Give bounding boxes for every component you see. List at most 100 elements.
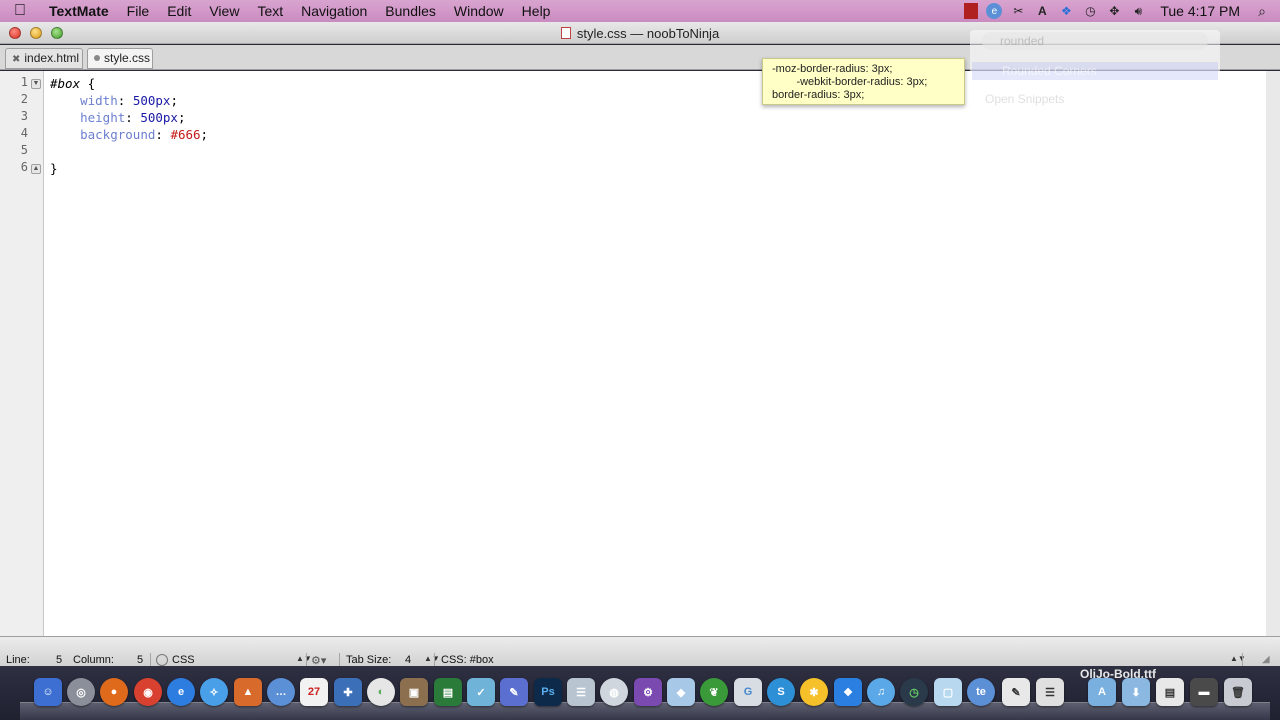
menu-navigation[interactable]: Navigation: [292, 3, 376, 19]
separator: [306, 653, 307, 666]
line-number: 4: [20, 126, 28, 140]
symbol-selector[interactable]: CSS: #box: [441, 654, 494, 666]
window-title-text: style.css — noobToNinja: [576, 26, 720, 41]
snippet-item-selected[interactable]: Rounded Corners: [972, 62, 1218, 80]
network-icon[interactable]: ✥: [1106, 3, 1122, 19]
menu-text[interactable]: Text: [248, 3, 292, 19]
menu-view[interactable]: View: [200, 3, 248, 19]
skype-icon[interactable]: S: [767, 678, 795, 706]
menubar-clock[interactable]: Tue 4:17 PM: [1154, 3, 1246, 19]
box-app-icon[interactable]: ▢: [934, 678, 962, 706]
picasa-icon[interactable]: ◐: [367, 678, 395, 706]
stack-icon[interactable]: ▤: [1156, 678, 1184, 706]
code-line: height: 500px;: [50, 109, 208, 126]
time-machine-icon[interactable]: ◷: [1082, 3, 1098, 19]
numbers-icon[interactable]: ▤: [434, 678, 462, 706]
chrome-icon[interactable]: ◉: [134, 678, 162, 706]
dashboard-icon[interactable]: ◎: [67, 678, 95, 706]
menu-help[interactable]: Help: [513, 3, 560, 19]
editor-scroll-strip[interactable]: [1266, 71, 1280, 636]
cube-app-icon[interactable]: ◆: [667, 678, 695, 706]
ichat-icon[interactable]: …: [267, 678, 295, 706]
puzzle-icon[interactable]: ✚: [334, 678, 362, 706]
language-dropdown-icon[interactable]: ▲▼: [296, 654, 312, 663]
film-icon[interactable]: [964, 3, 979, 19]
spotlight-search-icon[interactable]: ⌕: [1254, 3, 1270, 19]
line-value: 5: [56, 654, 63, 666]
orange-app-icon[interactable]: ✱: [800, 678, 828, 706]
code-punct: ;: [170, 93, 178, 108]
downloads-folder-icon[interactable]: ⬇: [1122, 678, 1150, 706]
trash-icon[interactable]: 🗑︎: [1224, 678, 1252, 706]
safari-icon[interactable]: ✧: [200, 678, 228, 706]
leaf-icon[interactable]: ❦: [700, 678, 728, 706]
column-label: Column:: [73, 654, 114, 666]
code-line: #box {: [50, 75, 208, 92]
tab-style-css[interactable]: style.css: [87, 48, 153, 69]
fold-close-icon[interactable]: ▲: [31, 164, 41, 174]
internet-explorer-icon[interactable]: e: [167, 678, 195, 706]
tab-index-html[interactable]: ✖ index.html: [5, 48, 83, 69]
css-value: 500px: [132, 93, 171, 108]
column-value: 5: [137, 654, 144, 666]
volume-icon[interactable]: 🔊︎: [1130, 3, 1146, 19]
fold-open-icon[interactable]: ▼: [31, 79, 41, 89]
vlc-icon[interactable]: ▲: [234, 678, 262, 706]
menu-bundles[interactable]: Bundles: [376, 3, 445, 19]
xcode-icon[interactable]: ✎: [500, 678, 528, 706]
language-selector[interactable]: CSS: [172, 654, 195, 666]
tab-size-value[interactable]: 4: [405, 654, 411, 666]
editor-area[interactable]: 1 ▼ 2 3 4 5 6 ▲ #box { width: 500px; hei…: [0, 71, 1266, 636]
css-file-icon: [560, 27, 571, 39]
calendar-icon[interactable]: 27: [300, 678, 328, 706]
css-value: #666: [170, 127, 201, 142]
itunes-icon[interactable]: ♫: [867, 678, 895, 706]
modified-dot-icon[interactable]: [94, 55, 100, 61]
applications-folder-icon[interactable]: A: [1088, 678, 1116, 706]
dock: OliJo-Bold.ttf ☺ ◎ ● ◉ e ✧ ▲ … 27 ✚ ◐ ▣ …: [0, 666, 1280, 720]
menu-window[interactable]: Window: [445, 3, 513, 19]
growl-icon[interactable]: G: [734, 678, 762, 706]
separator: [339, 653, 340, 666]
scissors-icon[interactable]: ✂: [1010, 3, 1026, 19]
code-line: width: 500px;: [50, 92, 208, 109]
resize-grip-icon[interactable]: ◢: [1262, 654, 1270, 665]
snippet-popup: rounded Rounded Corners Open Snippets: [970, 30, 1220, 116]
menu-file[interactable]: File: [118, 3, 159, 19]
font-icon[interactable]: A: [1034, 3, 1050, 19]
apple-menu-icon[interactable]: : [0, 2, 40, 20]
tasks-icon[interactable]: ✓: [467, 678, 495, 706]
close-tab-icon[interactable]: ✖: [12, 54, 20, 65]
tab-size-dropdown-icon[interactable]: ▲▼: [424, 654, 440, 663]
document-icon-2[interactable]: ☰: [1036, 678, 1064, 706]
line-number: 2: [20, 92, 28, 106]
code-text[interactable]: #box { width: 500px; height: 500px; back…: [50, 75, 208, 177]
code-punct: :: [117, 93, 133, 108]
menu-app-textmate[interactable]: TextMate: [40, 3, 118, 19]
textexpander-icon[interactable]: e: [986, 3, 1003, 19]
language-icon: [156, 654, 168, 666]
symbol-dropdown-icon[interactable]: ▲▼: [1230, 654, 1246, 663]
firefox-icon[interactable]: ●: [100, 678, 128, 706]
photoshop-icon[interactable]: Ps: [534, 678, 562, 706]
time-machine-dock-icon[interactable]: ◷: [900, 678, 928, 706]
snippet-search-field[interactable]: rounded: [982, 32, 1208, 50]
terminal-icon[interactable]: ▬: [1190, 678, 1218, 706]
dropbox-dock-icon[interactable]: ❖: [834, 678, 862, 706]
menu-bar:  TextMate File Edit View Text Navigatio…: [0, 0, 1280, 22]
separator: [434, 653, 435, 666]
line-label: Line:: [6, 654, 30, 666]
preview-icon[interactable]: ▣: [400, 678, 428, 706]
database-icon[interactable]: ☰: [567, 678, 595, 706]
textexpander-dock-icon[interactable]: te: [967, 678, 995, 706]
finder-icon[interactable]: ☺: [34, 678, 62, 706]
gear-app-icon[interactable]: ⚙: [634, 678, 662, 706]
disk-utility-icon[interactable]: ◍: [600, 678, 628, 706]
css-property: background: [80, 127, 156, 142]
open-snippets-link[interactable]: Open Snippets: [985, 92, 1064, 106]
document-icon[interactable]: ✎: [1002, 678, 1030, 706]
dropbox-icon[interactable]: ❖: [1058, 3, 1074, 19]
menu-edit[interactable]: Edit: [158, 3, 200, 19]
